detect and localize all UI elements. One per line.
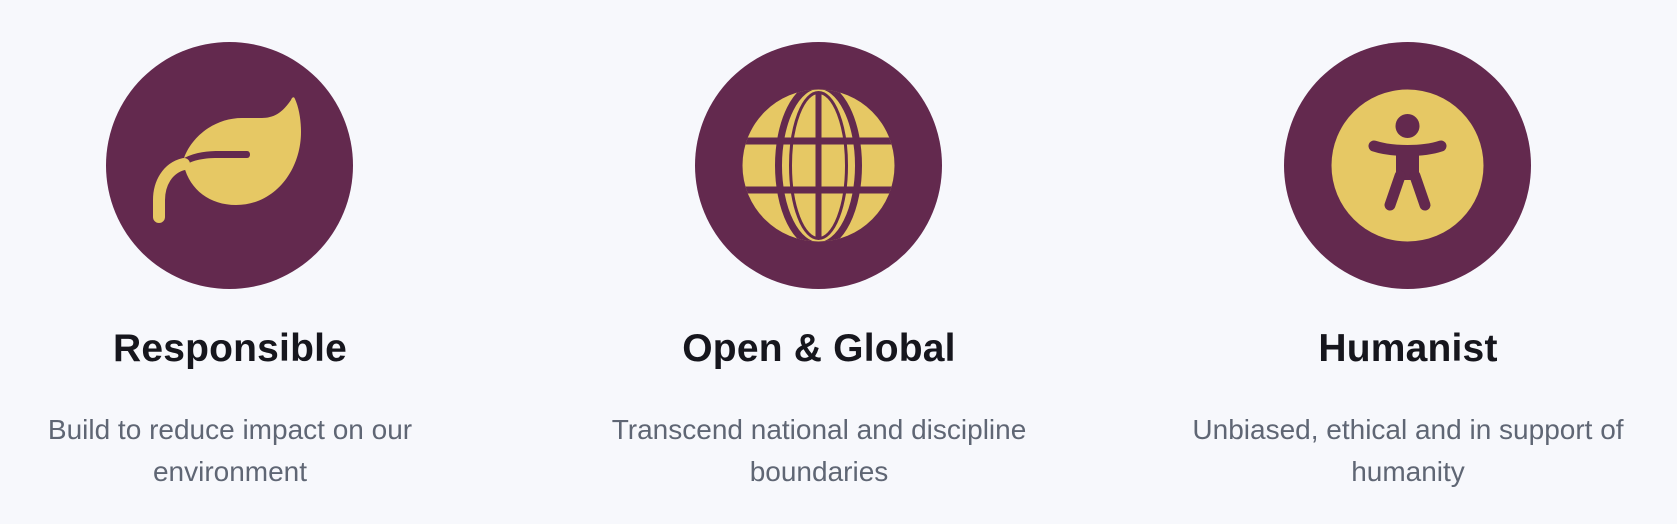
features-section: Responsible Build to reduce impact on ou… [0,0,1677,524]
feature-responsible: Responsible Build to reduce impact on ou… [0,0,460,524]
feature-description: Build to reduce impact on our environmen… [47,414,413,487]
icon-circle [1284,42,1531,289]
feature-title: Open & Global [682,327,956,370]
globe-icon [742,89,895,242]
feature-title: Responsible [112,327,348,370]
leaf-icon [153,97,301,223]
icon-circle [695,42,942,289]
feature-description: Transcend national and discipline bounda… [611,414,1027,487]
feature-title: Humanist [1318,327,1498,370]
feature-description: Unbiased, ethical and in support of huma… [1192,414,1624,487]
feature-humanist: Humanist Unbiased, ethical and in suppor… [1178,0,1638,524]
feature-open-global: Open & Global Transcend national and dis… [589,0,1049,524]
accessibility-icon [1331,89,1484,242]
icon-circle [106,42,353,289]
